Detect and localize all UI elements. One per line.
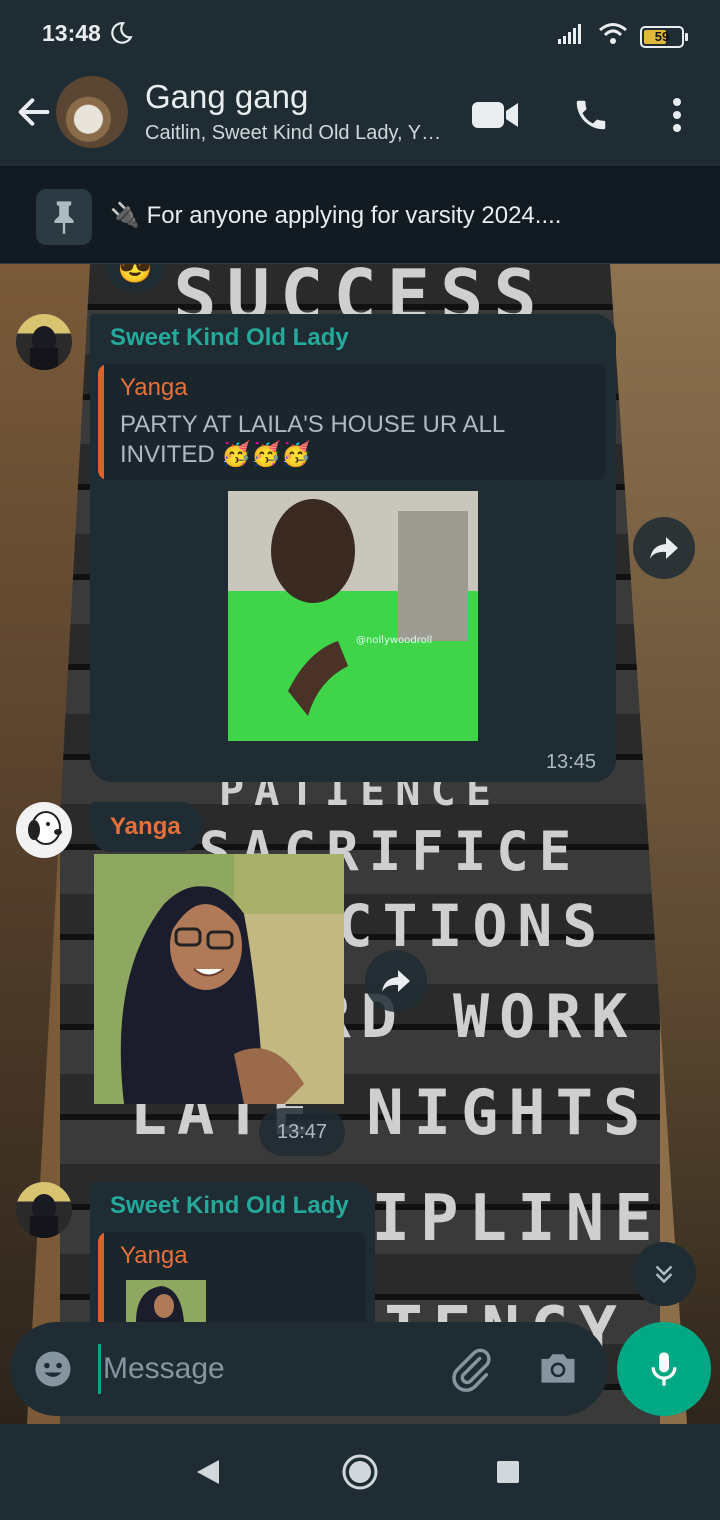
photo-time-chip: 13:47	[259, 1108, 345, 1156]
moon-icon	[108, 20, 134, 51]
avatar[interactable]	[16, 802, 72, 858]
group-name[interactable]: Gang gang	[145, 78, 308, 116]
message-time: 13:47	[276, 1121, 328, 1143]
system-nav-bar	[0, 1424, 720, 1520]
attach-icon[interactable]	[448, 1346, 494, 1397]
sender-chip[interactable]: Yanga	[90, 802, 202, 852]
party-emoji: 🥳🥳🥳	[221, 441, 312, 468]
sender-name[interactable]: Yanga	[110, 813, 181, 841]
nav-home-icon[interactable]	[336, 1448, 384, 1496]
chat-header: Gang gang Caitlin, Sweet Kind Old Lady, …	[0, 68, 720, 166]
message-input[interactable]	[98, 1344, 418, 1394]
status-bar: 13:48 59	[0, 0, 720, 68]
avatar[interactable]	[16, 314, 72, 370]
nav-back-icon[interactable]	[184, 1448, 232, 1496]
back-arrow-icon[interactable]	[14, 92, 54, 132]
group-members[interactable]: Caitlin, Sweet Kind Old Lady, Y…	[145, 122, 450, 145]
sticker-image[interactable]: @nollywoodroll	[228, 491, 478, 741]
double-chevron-down-icon	[655, 1265, 673, 1284]
battery-icon: 59	[640, 25, 688, 48]
video-call-icon[interactable]	[470, 92, 520, 138]
chat-area[interactable]: SUCCESS PATIENCE SACRIFICE ACTIONS HARD …	[0, 264, 720, 1424]
emoji-icon[interactable]	[32, 1348, 74, 1395]
more-vert-icon[interactable]	[652, 92, 702, 138]
nav-recents-icon[interactable]	[484, 1448, 532, 1496]
quote-sender: Yanga	[120, 1242, 188, 1269]
message-bubble[interactable]: Sweet Kind Old Lady Yanga PARTY AT LAILA…	[90, 314, 616, 782]
wifi-icon	[598, 22, 628, 51]
sender-name[interactable]: Sweet Kind Old Lady	[110, 1192, 349, 1220]
pinned-message-text: For anyone applying for varsity 2024....	[146, 202, 562, 229]
quote-thumbnail	[126, 1280, 206, 1322]
mic-button[interactable]	[617, 1322, 711, 1416]
plug-emoji: 🔌	[110, 202, 140, 229]
sender-name[interactable]: Sweet Kind Old Lady	[110, 324, 349, 352]
quoted-message[interactable]: Yanga PARTY AT LAILA'S HOUSE UR ALL INVI…	[98, 364, 606, 480]
scroll-down-button[interactable]	[632, 1242, 696, 1306]
media-watermark: @nollywoodroll	[356, 635, 432, 646]
quote-sender: Yanga	[120, 374, 188, 401]
message-composer	[10, 1322, 608, 1416]
forward-icon[interactable]	[633, 517, 695, 579]
signal-icon	[556, 23, 586, 50]
pin-icon	[36, 189, 92, 245]
forward-icon[interactable]	[365, 950, 427, 1012]
mic-icon	[651, 1352, 677, 1386]
status-time: 13:48	[42, 20, 101, 46]
quoted-message[interactable]: Yanga	[98, 1232, 366, 1322]
message-time: 13:45	[545, 751, 596, 773]
camera-icon[interactable]	[536, 1346, 580, 1395]
avatar[interactable]	[16, 1182, 72, 1238]
phone-icon[interactable]	[566, 92, 616, 138]
group-avatar[interactable]	[56, 76, 128, 148]
quote-text: PARTY AT LAILA'S HOUSE UR ALL INVITED 🥳🥳…	[120, 410, 520, 470]
pinned-message-banner[interactable]: 🔌 For anyone applying for varsity 2024..…	[0, 166, 720, 264]
message-bubble[interactable]: Sweet Kind Old Lady Yanga	[90, 1182, 375, 1322]
quote-text-body: PARTY AT LAILA'S HOUSE UR ALL INVITED	[120, 411, 505, 468]
reaction-emoji: 😎	[117, 264, 153, 284]
photo-image[interactable]	[94, 854, 344, 1104]
pinned-text: 🔌 For anyone applying for varsity 2024..…	[110, 201, 561, 230]
battery-level: 59	[654, 28, 670, 44]
